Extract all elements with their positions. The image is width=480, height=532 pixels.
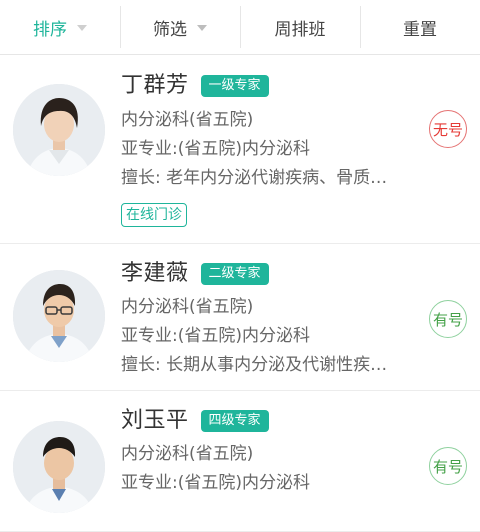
filter-bar: 排序 筛选 周排班 重置 <box>0 0 480 55</box>
doctor-department: 内分泌科(省五院) <box>121 444 254 464</box>
doctor-subspecialty: 亚专业:(省五院)内分泌科 <box>121 326 310 346</box>
doctor-card[interactable]: 李建薇 二级专家 内分泌科(省五院) 亚专业:(省五院)内分泌科 擅长: 长期从… <box>0 244 480 391</box>
doctor-name-row: 丁群芳 一级专家 <box>121 72 269 100</box>
doctor-name-row: 刘玉平 四级专家 <box>121 407 269 435</box>
reset-label: 重置 <box>403 19 437 40</box>
weekly-schedule-label: 周排班 <box>274 19 326 40</box>
doctor-department: 内分泌科(省五院) <box>121 110 254 130</box>
reset-button[interactable]: 重置 <box>360 0 480 54</box>
doctor-expertise: 擅长: 长期从事内分泌及代谢性疾… <box>121 355 388 375</box>
doctor-title-badge: 一级专家 <box>200 75 269 97</box>
doctor-card[interactable]: 丁群芳 一级专家 内分泌科(省五院) 亚专业:(省五院)内分泌科 擅长: 老年内… <box>0 55 480 244</box>
chevron-down-icon <box>197 25 207 31</box>
doctor-photo-icon <box>13 421 105 513</box>
filter-dropdown[interactable]: 筛选 <box>120 0 240 54</box>
doctor-list: 丁群芳 一级专家 内分泌科(省五院) 亚专业:(省五院)内分泌科 擅长: 老年内… <box>0 55 480 532</box>
doctor-name: 刘玉平 <box>121 408 189 433</box>
sort-label: 排序 <box>33 19 67 40</box>
doctor-name-row: 李建薇 二级专家 <box>121 260 269 288</box>
doctor-title-badge: 二级专家 <box>200 263 269 285</box>
doctor-subspecialty: 亚专业:(省五院)内分泌科 <box>121 139 310 159</box>
sort-dropdown[interactable]: 排序 <box>0 0 120 54</box>
doctor-card[interactable]: 刘玉平 四级专家 内分泌科(省五院) 亚专业:(省五院)内分泌科 有号 <box>0 391 480 532</box>
appointment-status-badge: 无号 <box>429 110 467 148</box>
filter-label: 筛选 <box>153 19 187 40</box>
doctor-title-badge: 四级专家 <box>200 410 269 432</box>
doctor-subspecialty: 亚专业:(省五院)内分泌科 <box>121 473 310 493</box>
doctor-avatar <box>13 270 105 362</box>
weekly-schedule-button[interactable]: 周排班 <box>240 0 360 54</box>
doctor-expertise: 擅长: 老年内分泌代谢疾病、骨质… <box>121 168 388 188</box>
doctor-avatar <box>13 84 105 176</box>
doctor-photo-icon <box>13 270 105 362</box>
doctor-department: 内分泌科(省五院) <box>121 297 254 317</box>
doctor-photo-icon <box>13 84 105 176</box>
online-clinic-tag[interactable]: 在线门诊 <box>121 203 187 227</box>
doctor-name: 李建薇 <box>121 261 189 286</box>
doctor-avatar <box>13 421 105 513</box>
doctor-name: 丁群芳 <box>121 73 189 98</box>
appointment-status-badge: 有号 <box>429 300 467 338</box>
chevron-down-icon <box>77 25 87 31</box>
appointment-status-badge: 有号 <box>429 447 467 485</box>
